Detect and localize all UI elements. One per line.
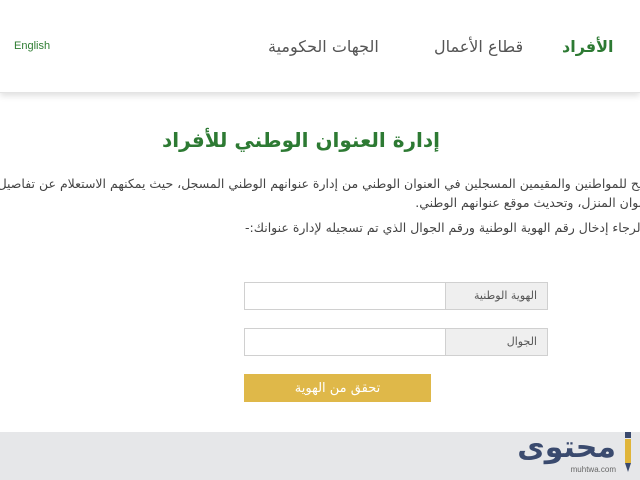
watermark-url: muhtwa.com	[570, 465, 616, 474]
nav-individuals[interactable]: الأفراد	[562, 37, 614, 56]
top-navigation-bar: English الجهات الحكومية قطاع الأعمال الأ…	[0, 0, 640, 93]
mobile-label: الجوال	[445, 329, 547, 355]
national-id-label: الهوية الوطنية	[445, 283, 547, 309]
national-id-field: الهوية الوطنية	[244, 282, 548, 310]
national-id-input[interactable]	[245, 283, 443, 309]
form-instructions: الرجاء إدخال رقم الهوية الوطنية ورقم الج…	[244, 220, 640, 235]
nav-business-sector[interactable]: قطاع الأعمال	[434, 37, 523, 56]
verify-identity-button[interactable]: تحقق من الهوية	[244, 374, 431, 402]
intro-text: يتيح للمواطنين والمقيمين المسجلين في الع…	[0, 174, 640, 212]
intro-line-1: يتيح للمواطنين والمقيمين المسجلين في الع…	[0, 176, 640, 191]
watermark-text: محتوى	[517, 430, 616, 465]
pen-icon	[625, 432, 631, 472]
muhtwa-watermark-logo: محتوى muhtwa.com	[494, 430, 634, 476]
page-title: إدارة العنوان الوطني للأفراد	[162, 128, 440, 152]
intro-line-2: عنوان المنزل، وتحديث موقع عنوانهم الوطني…	[415, 195, 640, 210]
english-language-link[interactable]: English	[14, 40, 50, 52]
mobile-field: الجوال	[244, 328, 548, 356]
mobile-input[interactable]	[245, 329, 443, 355]
nav-government-entities[interactable]: الجهات الحكومية	[268, 37, 379, 56]
